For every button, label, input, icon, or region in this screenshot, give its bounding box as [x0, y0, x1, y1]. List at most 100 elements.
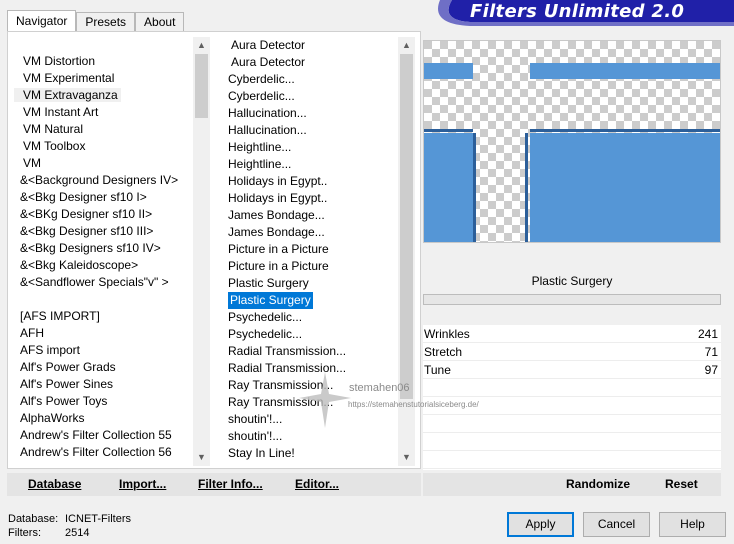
category-label: AFH	[20, 326, 44, 340]
filter-item[interactable]: Stay In Line!	[226, 462, 398, 463]
filter-item[interactable]: Aura Detector	[226, 54, 398, 71]
filter-item[interactable]: Hallucination...	[226, 122, 398, 139]
filter-item[interactable]: Holidays in Egypt..	[226, 190, 398, 207]
filter-item[interactable]: Radial Transmission...	[226, 360, 398, 377]
filter-item[interactable]: Ray Transmission...	[226, 394, 398, 411]
param-row-empty	[423, 433, 721, 451]
filter-item[interactable]: shoutin'!...	[226, 411, 398, 428]
category-item[interactable]: AlphaWorks	[14, 410, 194, 427]
category-item[interactable]: &<Bkg Kaleidoscope>	[14, 257, 194, 274]
param-row-stretch[interactable]: Stretch 71	[423, 343, 721, 361]
filter-label: Heightline...	[228, 157, 292, 171]
category-label: &<Background Designers IV>	[20, 173, 179, 187]
filter-item[interactable]: Psychedelic...	[226, 326, 398, 343]
filter-info-button[interactable]: Filter Info...	[198, 473, 263, 496]
import-button[interactable]: Import...	[119, 473, 166, 496]
category-item[interactable]: VM Instant Art	[14, 104, 194, 121]
filter-item[interactable]: Picture in a Picture	[226, 241, 398, 258]
param-row-wrinkles[interactable]: Wrinkles 241	[423, 325, 721, 343]
filter-label: Ray Transmission...	[228, 378, 334, 392]
tab-about[interactable]: About	[135, 12, 185, 32]
category-item[interactable]	[14, 291, 194, 308]
filter-item[interactable]: Heightline...	[226, 156, 398, 173]
filter-item[interactable]: shoutin'!...	[226, 428, 398, 445]
filter-item[interactable]: Aura Detector	[226, 37, 398, 54]
editor-button[interactable]: Editor...	[295, 473, 339, 496]
category-label: VM Extravaganza	[14, 88, 121, 102]
category-item[interactable]: &<Bkg Designers sf10 IV>	[14, 240, 194, 257]
category-label: Andrew's Filter Collection 55	[20, 428, 172, 442]
category-item[interactable]: Andrew's Filter Collection 56	[14, 444, 194, 461]
category-item[interactable]: VM Natural	[14, 121, 194, 138]
category-item[interactable]: AFH	[14, 325, 194, 342]
scroll-up-icon[interactable]: ▲	[398, 37, 415, 54]
param-label: Stretch	[424, 345, 463, 359]
category-item[interactable]: &<Background Designers IV>	[14, 172, 194, 189]
scroll-down-icon[interactable]: ▼	[193, 449, 210, 466]
category-list[interactable]: VM Distortion VM Experimental VM Extravaga…	[14, 53, 194, 463]
category-item[interactable]: &<Bkg Designer sf10 I>	[14, 189, 194, 206]
category-scrollbar[interactable]: ▲ ▼	[193, 37, 210, 466]
filter-item[interactable]: Ray Transmission...	[226, 377, 398, 394]
parameter-panel: Wrinkles 241 Stretch 71 Tune 97	[423, 325, 721, 470]
category-item[interactable]: VM	[14, 155, 194, 172]
category-label: [AFS IMPORT]	[20, 309, 100, 323]
category-label: AFS import	[20, 343, 81, 357]
filter-label: Picture in a Picture	[228, 242, 329, 256]
reset-button[interactable]: Reset	[665, 473, 698, 496]
category-item[interactable]: [AFS IMPORT]	[14, 308, 194, 325]
filter-preview	[423, 40, 721, 243]
param-label: Wrinkles	[424, 327, 470, 341]
category-item[interactable]: Andrew's Filter Collection 55	[14, 427, 194, 444]
filter-scrollbar[interactable]: ▲ ▼	[398, 37, 415, 466]
filter-item[interactable]: Plastic Surgery	[226, 292, 398, 309]
filter-item[interactable]: James Bondage...	[226, 224, 398, 241]
apply-button[interactable]: Apply	[507, 512, 574, 537]
category-label: &<Sandflower Specials"v" >	[20, 275, 169, 289]
filter-item[interactable]: Picture in a Picture	[226, 258, 398, 275]
category-item[interactable]: VM Toolbox	[14, 138, 194, 155]
filter-item[interactable]: Cyberdelic...	[226, 88, 398, 105]
category-item[interactable]: Alf's Power Toys	[14, 393, 194, 410]
filter-item[interactable]: Plastic Surgery	[226, 275, 398, 292]
filter-label: Hallucination...	[228, 106, 307, 120]
preview-image	[424, 41, 720, 242]
category-item[interactable]: Andrew's Filter Collection 57	[14, 461, 194, 463]
param-row-tune[interactable]: Tune 97	[423, 361, 721, 379]
category-item[interactable]: AFS import	[14, 342, 194, 359]
category-item[interactable]: Alf's Power Sines	[14, 376, 194, 393]
category-item[interactable]: VM Distortion	[14, 53, 194, 70]
category-item[interactable]: &<BKg Designer sf10 II>	[14, 206, 194, 223]
tab-presets[interactable]: Presets	[76, 12, 136, 32]
filter-item[interactable]: Cyberdelic...	[226, 71, 398, 88]
category-item[interactable]: VM Experimental	[14, 70, 194, 87]
scroll-thumb[interactable]	[195, 54, 208, 118]
filter-label: shoutin'!...	[228, 412, 283, 426]
category-item[interactable]: &<Sandflower Specials"v" >	[14, 274, 194, 291]
randomize-button[interactable]: Randomize	[566, 473, 630, 496]
filter-item[interactable]: Stay In Line!	[226, 445, 398, 462]
filter-item[interactable]: Psychedelic...	[226, 309, 398, 326]
scroll-down-icon[interactable]: ▼	[398, 449, 415, 466]
filter-list[interactable]: Aura Detector Aura Detector Cyberdelic... C…	[226, 37, 398, 463]
cancel-button[interactable]: Cancel	[583, 512, 650, 537]
filter-item[interactable]: Radial Transmission...	[226, 343, 398, 360]
tab-navigator[interactable]: Navigator	[7, 10, 77, 32]
category-label: VM Distortion	[23, 54, 96, 68]
category-item[interactable]: VM Extravaganza	[14, 87, 194, 104]
filter-label: Plastic Surgery	[228, 292, 313, 309]
category-label: &<Bkg Designer sf10 I>	[20, 190, 147, 204]
database-value: ICNET-Filters	[65, 513, 131, 525]
param-row-empty	[423, 397, 721, 415]
category-item[interactable]: &<Bkg Designer sf10 III>	[14, 223, 194, 240]
scroll-up-icon[interactable]: ▲	[193, 37, 210, 54]
database-button[interactable]: Database	[28, 473, 81, 496]
category-label: Alf's Power Grads	[20, 360, 116, 374]
filter-item[interactable]: Hallucination...	[226, 105, 398, 122]
filter-item[interactable]: Heightline...	[226, 139, 398, 156]
category-item[interactable]: Alf's Power Grads	[14, 359, 194, 376]
filter-item[interactable]: James Bondage...	[226, 207, 398, 224]
help-button[interactable]: Help	[659, 512, 726, 537]
scroll-thumb[interactable]	[400, 54, 413, 399]
filter-item[interactable]: Holidays in Egypt..	[226, 173, 398, 190]
